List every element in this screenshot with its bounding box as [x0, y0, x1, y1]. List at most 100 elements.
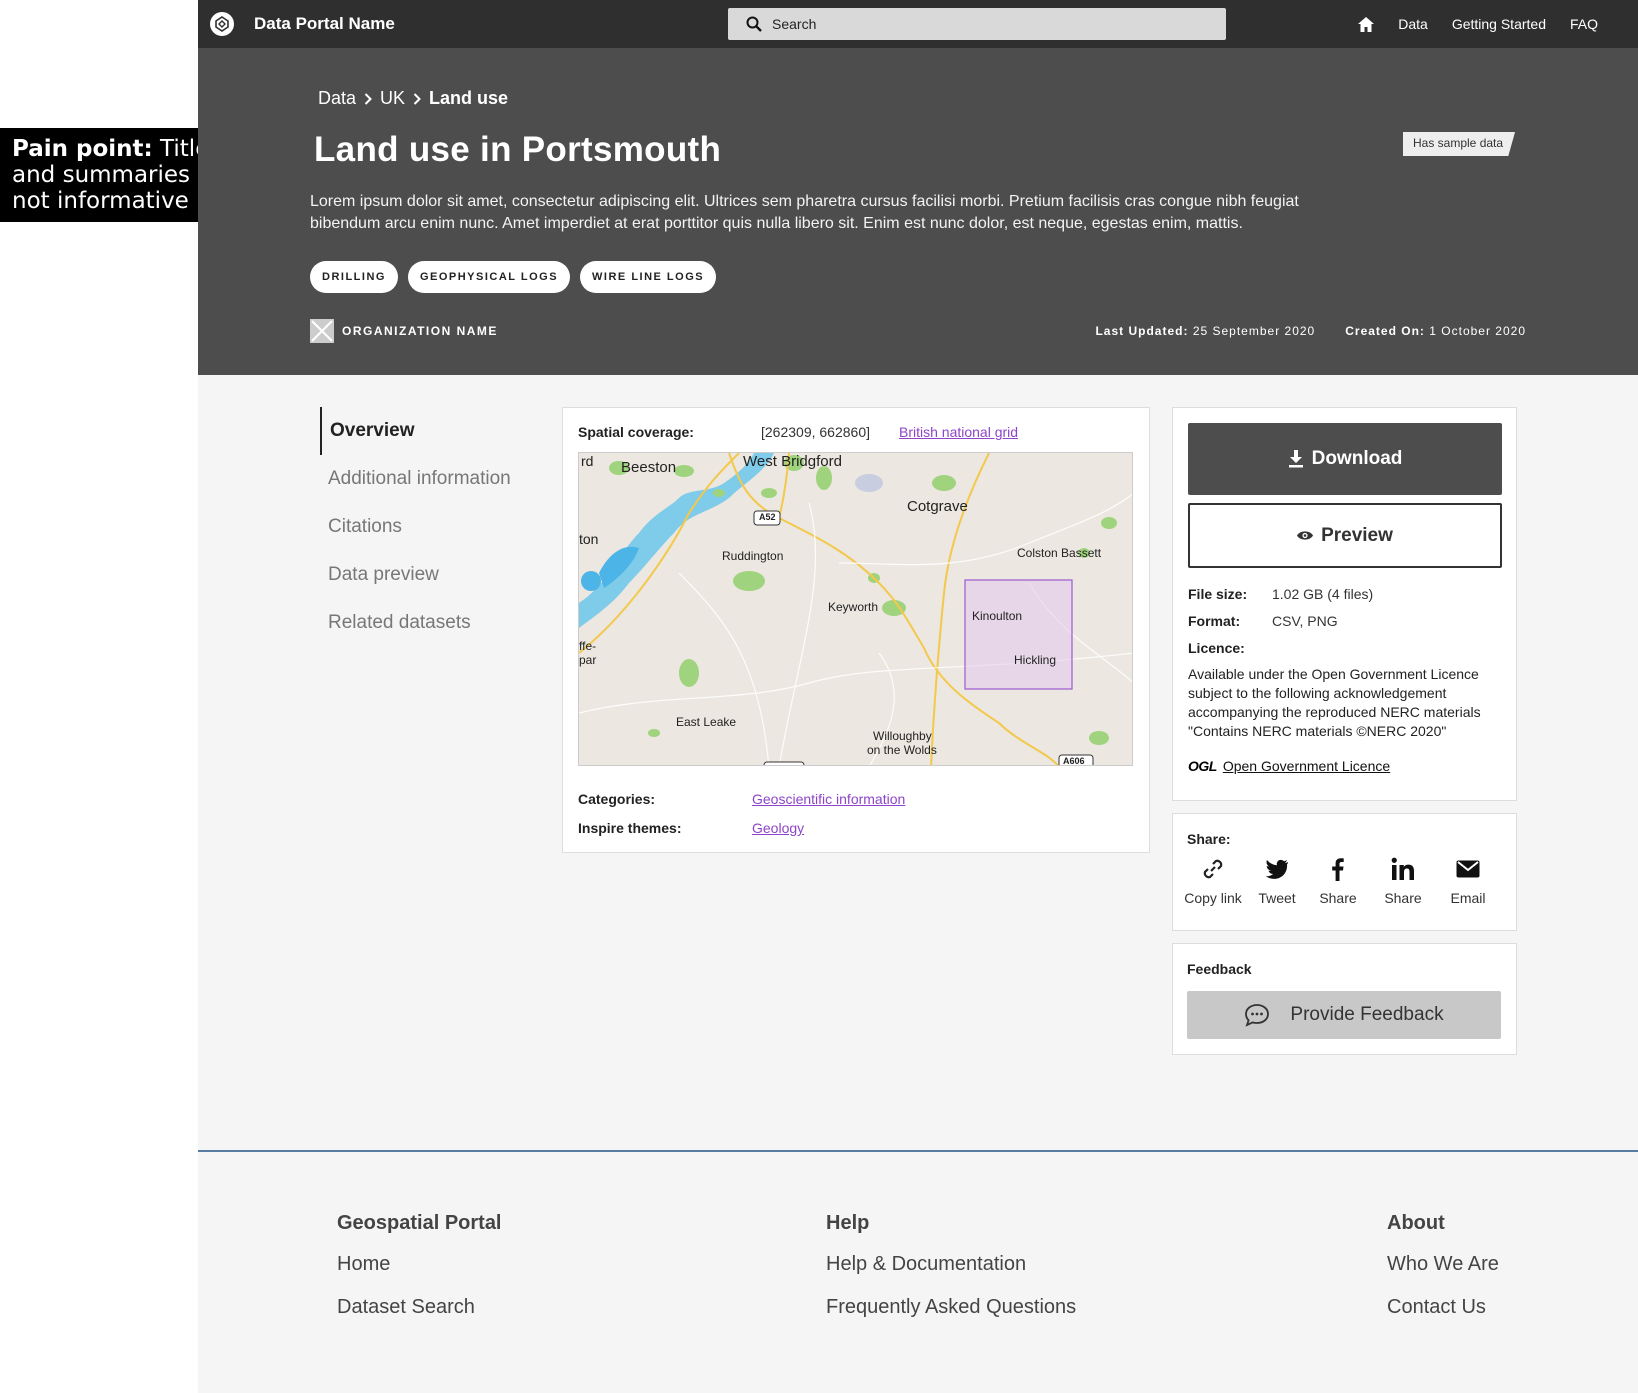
map-label: ton [579, 531, 599, 547]
copy-link-label: Copy link [1184, 890, 1242, 906]
footer-divider [198, 1150, 1638, 1152]
nav-faq[interactable]: FAQ [1570, 16, 1598, 32]
provide-feedback-button[interactable]: Provide Feedback [1187, 991, 1501, 1039]
email-share-label: Email [1450, 890, 1486, 906]
section-nav-additional-information[interactable]: Additional information [320, 455, 550, 503]
search-icon [746, 16, 762, 32]
dataset-dates: Last Updated: 25 September 2020 Created … [1095, 324, 1526, 338]
portal-name[interactable]: Data Portal Name [254, 14, 395, 34]
spatial-coverage-map[interactable]: rd Beeston West Bridgford Cotgrave ton R… [578, 452, 1133, 766]
facebook-icon [1332, 858, 1344, 881]
breadcrumb-uk[interactable]: UK [380, 88, 405, 109]
page-title: Land use in Portsmouth [314, 130, 722, 169]
tweet-button[interactable]: Tweet [1247, 856, 1307, 906]
ogl-link-text[interactable]: Open Government Licence [1223, 758, 1390, 774]
tag-wire-line-logs[interactable]: WIRE LINE LOGS [580, 261, 717, 293]
footer-link-help-documentation[interactable]: Help & Documentation [826, 1253, 1076, 1276]
organization-logo-icon [310, 319, 334, 343]
created-on-label: Created On: [1345, 324, 1425, 338]
section-nav-related-datasets[interactable]: Related datasets [320, 599, 550, 647]
footer-link-dataset-search[interactable]: Dataset Search [337, 1296, 502, 1319]
email-share-button[interactable]: Email [1438, 856, 1498, 906]
facebook-share-label: Share [1319, 890, 1357, 906]
organization: ORGANIZATION NAME [310, 319, 498, 343]
created-on-value: 1 October 2020 [1429, 324, 1526, 338]
footer-heading: About [1387, 1212, 1445, 1234]
format-value: CSV, PNG [1272, 613, 1338, 629]
download-card: Download Preview File size: 1.02 GB (4 fi… [1172, 407, 1517, 801]
section-nav-data-preview[interactable]: Data preview [320, 551, 550, 599]
licence-label: Licence: [1188, 640, 1245, 656]
map-label: Beeston [621, 459, 677, 476]
last-updated-label: Last Updated: [1095, 324, 1189, 338]
eye-icon [1297, 531, 1314, 540]
dataset-description: Lorem ipsum dolor sit amet, consectetur … [310, 193, 1299, 232]
organization-name[interactable]: ORGANIZATION NAME [342, 324, 498, 338]
twitter-icon [1265, 859, 1288, 879]
footer-link-contact-us[interactable]: Contact Us [1387, 1296, 1499, 1319]
section-nav: Overview Additional information Citation… [320, 407, 550, 647]
categories-label: Categories: [578, 791, 656, 807]
footer-heading: Help [826, 1212, 870, 1234]
linkedin-share-button[interactable]: Share [1373, 856, 1433, 906]
format-label: Format: [1188, 613, 1241, 629]
ogl-link[interactable]: OGL Open Government Licence [1188, 758, 1390, 774]
spatial-coverage-value: [262309, 662860] [761, 424, 870, 440]
spatial-coverage-label: Spatial coverage: [578, 424, 694, 440]
search-placeholder: Search [772, 16, 817, 32]
chevron-right-icon [413, 92, 421, 105]
map-label: on the Wolds [867, 743, 937, 757]
footer-column-about: About Who We Are Contact Us [1387, 1212, 1499, 1339]
footer-column-help: Help Help & Documentation Frequently Ask… [826, 1212, 1076, 1339]
nav-getting-started[interactable]: Getting Started [1452, 16, 1546, 32]
tag-geophysical-logs[interactable]: GEOPHYSICAL LOGS [407, 261, 571, 293]
download-label: Download [1311, 448, 1403, 469]
footer-column-geospatial-portal: Geospatial Portal Home Dataset Search [337, 1212, 502, 1339]
overview-card: Spatial coverage: [262309, 662860] Briti… [562, 407, 1150, 853]
map-label: Colston Bassett [1017, 546, 1102, 560]
section-nav-citations[interactable]: Citations [320, 503, 550, 551]
footer-link-home[interactable]: Home [337, 1253, 502, 1276]
footer-link-who-we-are[interactable]: Who We Are [1387, 1253, 1499, 1276]
file-size-value: 1.02 GB (4 files) [1272, 586, 1374, 602]
map-label: Keyworth [828, 600, 879, 614]
footer-link-faq[interactable]: Frequently Asked Questions [826, 1296, 1076, 1319]
download-button[interactable]: Download [1188, 423, 1502, 495]
inspire-themes-label: Inspire themes: [578, 820, 682, 836]
format-row: Format: CSV, PNG [1188, 613, 1338, 629]
breadcrumb-data[interactable]: Data [318, 88, 356, 109]
map-label: West Bridgford [743, 453, 842, 470]
inspire-themes-link[interactable]: Geology [752, 820, 804, 836]
map-label: rd [581, 453, 594, 469]
home-icon[interactable] [1358, 16, 1375, 32]
link-icon [1203, 859, 1223, 879]
tag-drilling[interactable]: DRILLING [310, 261, 398, 293]
linkedin-icon [1391, 857, 1414, 880]
map-label: par [579, 653, 597, 667]
licence-text: Available under the Open Government Lice… [1188, 666, 1481, 739]
map-label: ffe- [579, 639, 597, 653]
copy-link-button[interactable]: Copy link [1183, 856, 1243, 906]
chevron-right-icon [364, 92, 372, 105]
road-label: A52 [759, 512, 776, 522]
file-size-row: File size: 1.02 GB (4 files) [1188, 586, 1373, 602]
share-label: Share: [1187, 831, 1231, 847]
linkedin-share-label: Share [1384, 890, 1422, 906]
licence-row: Licence: [1188, 640, 1272, 656]
sample-data-badge: Has sample data [1403, 132, 1516, 156]
section-nav-overview[interactable]: Overview [320, 407, 550, 455]
chat-bubble-icon [1245, 1004, 1270, 1027]
search-input[interactable]: Search [728, 8, 1226, 40]
download-icon [1288, 450, 1303, 468]
nav-data[interactable]: Data [1398, 16, 1428, 32]
portal-logo-icon[interactable] [210, 12, 234, 36]
top-navigation-bar: Data Portal Name Search Data Getting Sta… [198, 0, 1638, 48]
footer-heading: Geospatial Portal [337, 1212, 502, 1234]
categories-link[interactable]: Geoscientific information [752, 791, 905, 807]
facebook-share-button[interactable]: Share [1308, 856, 1368, 906]
ogl-logo-icon: OGL [1188, 758, 1217, 774]
preview-button[interactable]: Preview [1188, 503, 1502, 568]
map-label: East Leake [676, 715, 737, 729]
british-national-grid-link[interactable]: British national grid [899, 424, 1018, 440]
map-label: Cotgrave [907, 498, 968, 515]
